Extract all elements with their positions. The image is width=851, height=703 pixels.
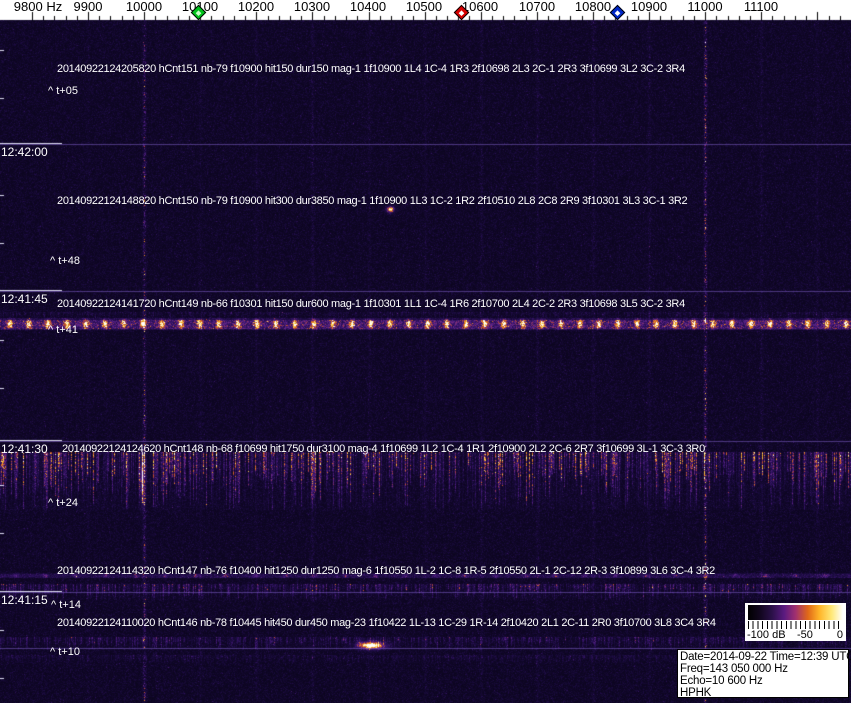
freq-label-10500: 10500 xyxy=(406,0,442,13)
freq-label-10800: 10800 xyxy=(575,0,611,13)
db-scale-max-label: 0 xyxy=(837,629,843,641)
blue-diamond-marker[interactable] xyxy=(609,5,625,21)
status-info-box: Date=2014-09-22 Time=12:39 UTC Freq=143 0… xyxy=(677,649,849,698)
spectrogram-app-window: 9800 Hz990010000101001020010300104001050… xyxy=(0,0,851,703)
spectrogram-display xyxy=(0,0,851,703)
freq-label-10000: 10000 xyxy=(126,0,162,13)
freq-label-11000: 11000 xyxy=(687,0,722,13)
event-time-marker-t+05: ^ t+05 xyxy=(48,85,78,97)
green-diamond-marker-core xyxy=(195,10,201,16)
detection-line-4: 20140922124124620 hCnt148 nb-68 f10699 h… xyxy=(62,443,705,455)
db-color-scale: -100 dB -50 0 xyxy=(745,603,846,641)
frequency-ruler: 9800 Hz990010000101001020010300104001050… xyxy=(0,0,851,20)
db-gradient-bar xyxy=(748,605,843,620)
info-line-1: Date=2014-09-22 Time=12:39 UTC xyxy=(680,651,848,663)
time-label-124200: 12:42:00 xyxy=(1,146,48,159)
info-line-4: HPHK xyxy=(680,687,848,699)
detection-line-6: 20140922124110020 hCnt146 nb-78 f10445 h… xyxy=(57,617,716,629)
event-time-marker-t+24: ^ t+24 xyxy=(48,497,78,509)
freq-label-10200: 10200 xyxy=(238,0,274,13)
info-line-3: Echo=10 600 Hz xyxy=(680,675,848,687)
info-line-2: Freq=143 050 000 Hz xyxy=(680,663,848,675)
detection-line-3: 20140922124141720 hCnt149 nb-66 f10301 h… xyxy=(57,298,685,310)
time-label-124130: 12:41:30 xyxy=(1,443,48,456)
event-time-marker-t+14: ^ t+14 xyxy=(51,599,81,611)
time-label-124145: 12:41:45 xyxy=(1,293,48,306)
db-scale-mid-label: -50 xyxy=(797,629,813,641)
red-diamond-marker-core xyxy=(458,10,464,16)
blue-diamond-marker-core xyxy=(614,10,620,16)
event-time-marker-t+41: ^ t+41 xyxy=(48,324,78,336)
detection-line-5: 20140922124114320 hCnt147 nb-76 f10400 h… xyxy=(57,565,715,577)
freq-label-9900: 9900 xyxy=(74,0,103,13)
freq-label-11100: 11100 xyxy=(744,0,778,13)
freq-label-10700: 10700 xyxy=(519,0,555,13)
detection-line-2: 20140922124148820 hCnt150 nb-79 f10900 h… xyxy=(57,195,687,207)
event-time-marker-t+48: ^ t+48 xyxy=(50,255,80,267)
freq-label-10400: 10400 xyxy=(350,0,386,13)
event-time-marker-t+10: ^ t+10 xyxy=(50,646,80,658)
db-scale-min-label: -100 dB xyxy=(747,629,786,641)
detection-line-1: 20140922124205820 hCnt151 nb-79 f10900 h… xyxy=(57,63,685,75)
time-label-124115: 12:41:15 xyxy=(1,594,48,607)
freq-label-10300: 10300 xyxy=(294,0,330,13)
freq-label-9800: 9800 Hz xyxy=(14,0,62,13)
freq-label-10900: 10900 xyxy=(631,0,667,13)
db-scale-ticks xyxy=(748,621,843,629)
